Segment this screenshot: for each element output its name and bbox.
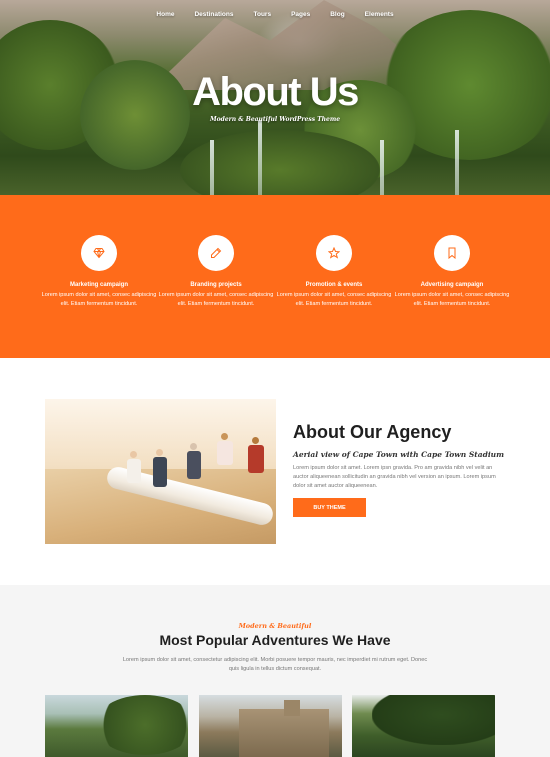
feature-title: Marketing campaign [69, 282, 128, 288]
nav-item-destinations[interactable]: Destinations [194, 11, 233, 18]
card-image-building [239, 709, 329, 757]
hero-waterfall [380, 140, 384, 195]
feature-marketing: Marketing campaign Lorem ipsum dolor sit… [40, 235, 158, 309]
buy-theme-button[interactable]: BUY THEME [293, 498, 366, 517]
feature-text: Lorem ipsum dolor sit amet, consec adipi… [276, 292, 392, 307]
agency-image [45, 399, 276, 544]
hero-waterfall [210, 140, 214, 195]
page-title: About Us [192, 70, 359, 114]
figurine [217, 433, 233, 465]
feature-branding: Branding projects Lorem ipsum dolor sit … [157, 235, 275, 309]
card-image-palm [372, 695, 495, 745]
feature-promotion: Promotion & events Lorem ipsum dolor sit… [275, 235, 393, 309]
feature-title: Advertising campaign [420, 282, 484, 288]
nav-item-elements[interactable]: Elements [365, 11, 394, 18]
main-nav: Home Destinations Tours Pages Blog Eleme… [0, 11, 550, 18]
features-section: Marketing campaign Lorem ipsum dolor sit… [0, 195, 550, 358]
hero-waterfall [258, 120, 262, 195]
card-image-tower [284, 700, 300, 716]
diamond-icon [81, 235, 117, 271]
feature-text: Lorem ipsum dolor sit amet, consec adipi… [41, 292, 157, 307]
figurine [187, 443, 201, 479]
adventures-text: Lorem ipsum dolor sit amet, consectetur … [122, 657, 428, 672]
hero-waterfall [455, 130, 459, 195]
adventure-card[interactable] [45, 695, 188, 757]
nav-item-tours[interactable]: Tours [253, 11, 271, 18]
card-image-tree [95, 695, 188, 755]
adventure-card[interactable] [352, 695, 495, 757]
feature-text: Lorem ipsum dolor sit amet, consec adipi… [158, 292, 274, 307]
figurine [248, 437, 264, 473]
nav-item-home[interactable]: Home [156, 11, 174, 18]
hero-subtitle: Modern & Beautiful WordPress Theme [209, 116, 341, 123]
figurine [153, 449, 167, 487]
agency-subtitle: Aerial view of Cape Town with Cape Town … [293, 450, 505, 459]
feature-title: Promotion & events [305, 282, 363, 288]
adventure-card[interactable] [199, 695, 342, 757]
nav-item-blog[interactable]: Blog [330, 11, 344, 18]
pencil-icon [198, 235, 234, 271]
star-icon [316, 235, 352, 271]
nav-item-pages[interactable]: Pages [291, 11, 310, 18]
adventures-kicker: Modern & Beautiful [238, 622, 312, 630]
agency-text: Lorem ipsum dolor sit amet. Lorem ipsn g… [293, 465, 496, 489]
figurine [127, 451, 141, 483]
feature-text: Lorem ipsum dolor sit amet, consec adipi… [394, 292, 510, 307]
hero-banner: Home Destinations Tours Pages Blog Eleme… [0, 0, 550, 195]
adventures-title: Most Popular Adventures We Have [159, 632, 391, 648]
feature-advertising: Advertising campaign Lorem ipsum dolor s… [393, 235, 511, 309]
feature-title: Branding projects [190, 282, 242, 288]
bookmark-icon [434, 235, 470, 271]
agency-title: About Our Agency [293, 422, 452, 442]
adventures-section: Modern & Beautiful Most Popular Adventur… [0, 585, 550, 757]
